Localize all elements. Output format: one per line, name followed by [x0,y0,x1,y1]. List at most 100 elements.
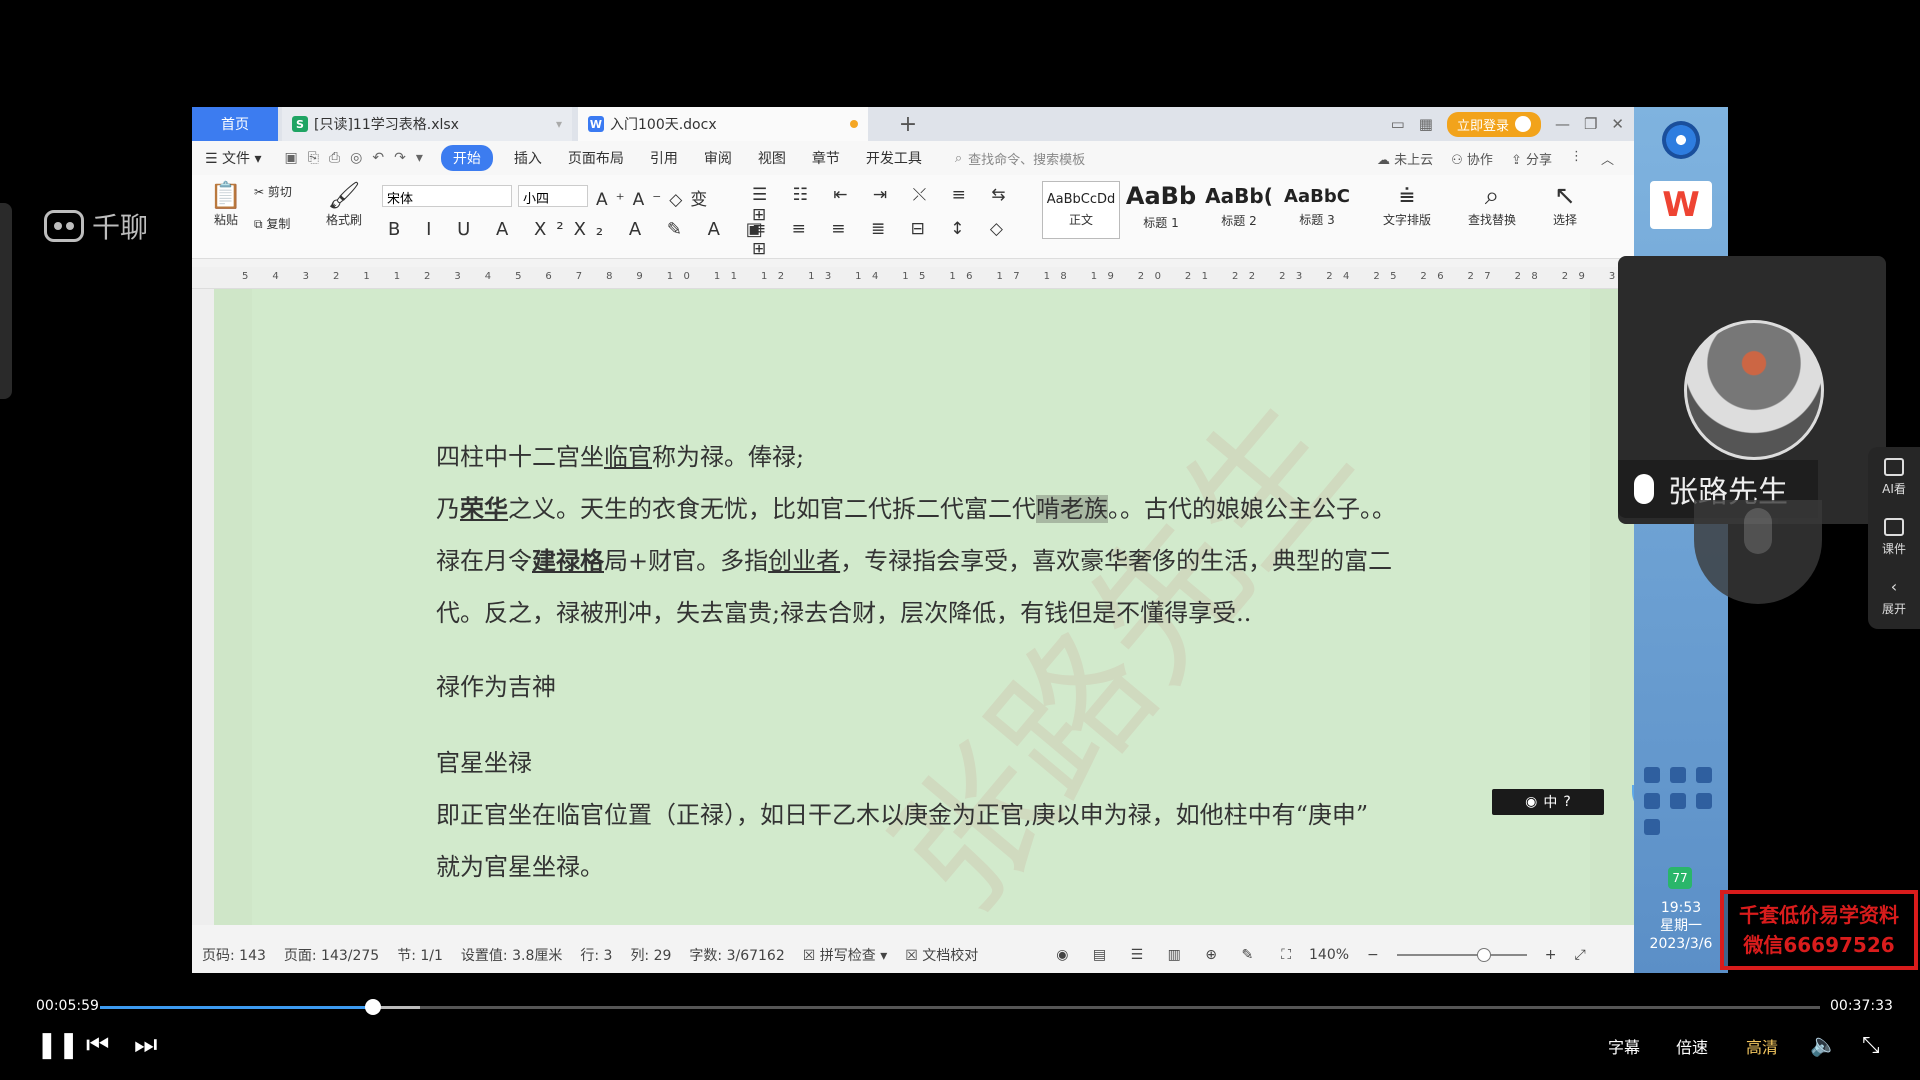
microphone-icon [1634,474,1654,504]
paste-button[interactable]: 📋 粘贴 [206,181,246,228]
style-heading2[interactable]: AaBb(标题 2 [1200,181,1278,239]
view-mode-icons[interactable]: ◉ ▤ ☰ ▥ ⊕ ✎ [1056,947,1263,963]
new-tab-button[interactable]: + [892,107,924,141]
document-icon: W [588,116,604,132]
menu-chapter[interactable]: 章节 [799,148,853,168]
style-heading1[interactable]: AaBb 标题 1 [1122,181,1200,239]
text-layout-label: 文字排版 [1382,213,1431,227]
minimize-icon[interactable]: — [1555,115,1570,133]
pause-button[interactable]: ❚❚ [36,1030,80,1060]
share-button[interactable]: ⇪ 分享 [1511,149,1552,168]
menu-references[interactable]: 引用 [637,148,691,168]
ime-toolbar[interactable]: ◉ 中? [1492,789,1604,815]
save-icon[interactable]: ▣ [285,150,298,166]
status-bar: 页码: 143 页面: 143/275 节: 1/1 设置值: 3.8厘米 行:… [192,937,1634,973]
font-size-select[interactable]: 小四 [518,185,588,207]
font-format-tools[interactable]: B I U A X²X₂ A ✎ A ▣ [388,219,808,240]
courseware-button[interactable]: 课件 [1868,507,1920,567]
zoom-level[interactable]: 140% [1309,947,1349,963]
style-normal[interactable]: AaBbCcDd 正文 [1042,181,1120,239]
menu-view[interactable]: 视图 [745,148,799,168]
quality-button[interactable]: 高清 [1746,1034,1778,1058]
network-icon[interactable] [1670,793,1686,809]
document-page[interactable]: 张路先生 四柱中十二宫坐临官称为禄。俸禄; 乃荣华之义。天生的衣食无忧，比如官二… [252,289,1634,942]
menu-review[interactable]: 审阅 [691,148,745,168]
shield-icon[interactable] [1696,767,1712,783]
grid-icon[interactable]: ▦ [1419,115,1433,133]
align-tools[interactable]: ≡ ≡ ≡ ≣ ⊟ ↕ ◇ ⊞ [752,219,1032,259]
cloud-button[interactable]: ☁ 未上云 [1377,149,1433,168]
search-placeholder: 查找命令、搜索模板 [968,152,1086,168]
expand-button[interactable]: ‹ 展开 [1868,567,1920,627]
kebab-icon[interactable]: ⋮ [1570,149,1583,168]
menu-insert[interactable]: 插入 [501,148,555,168]
menu-file[interactable]: ☰ 文件 ▾ [192,148,275,168]
tray-badge[interactable]: 77 [1668,867,1692,889]
horizontal-ruler[interactable]: 5 4 3 2 1 1 2 3 4 5 6 7 8 9 10 11 12 13 … [192,267,1634,289]
status-word-count[interactable]: 字数: 3/67162 [689,945,784,965]
doc-line-8: 就为官星坐禄。 [436,853,604,881]
login-button[interactable]: 立即登录 [1446,111,1541,137]
close-icon[interactable]: ▾ [556,117,562,131]
qianliao-logo-icon [44,210,84,242]
exit-fullscreen-button[interactable]: ⤡ [1862,1030,1880,1060]
progress-knob[interactable] [365,999,382,1015]
menu-start[interactable]: 开始 [440,145,493,171]
tray-icon[interactable] [1670,767,1686,783]
more-icon[interactable]: ▾ [416,150,423,166]
collab-button[interactable]: ⚇ 协作 [1451,149,1493,168]
text-layout-button[interactable]: ⩧ 文字排版 [1372,181,1442,228]
command-search[interactable]: ⌕ 查找命令、搜索模板 [955,149,1085,168]
menu-devtools[interactable]: 开发工具 [853,148,935,168]
preview-icon[interactable]: ◎ [350,150,362,166]
vertical-ruler[interactable] [192,289,214,925]
redo-icon[interactable]: ↷ [394,150,406,166]
spell-check-button[interactable]: ☒ 拼写检查 ▾ [803,945,888,965]
style-heading3[interactable]: AaBbC 标题 3 [1278,181,1356,239]
quick-access: ▣ ⎘ ⎙ ◎ ↶ ↷ ▾ [275,150,433,166]
layout-icon[interactable]: ▭ [1391,115,1405,133]
speed-button[interactable]: 倍速 [1676,1034,1708,1058]
undo-icon[interactable]: ↶ [372,150,384,166]
print-icon[interactable]: ⎙ [329,150,340,166]
collapse-ribbon-icon[interactable]: ︿ [1601,149,1614,168]
font-family-select[interactable]: 宋体 [382,185,512,207]
zoom-in-icon[interactable]: + [1545,947,1557,963]
subtitle-button[interactable]: 字幕 [1608,1034,1640,1058]
zoom-slider[interactable] [1396,948,1527,962]
clock-weekday: 星期一 [1660,918,1702,934]
proofread-button[interactable]: ☒ 文档校对 [905,945,978,965]
format-painter-button[interactable]: 🖌 格式刷 [320,181,368,228]
zoom-out-icon[interactable]: − [1367,947,1379,963]
tab-xlsx[interactable]: S [只读]11学习表格.xlsx ▾ [282,107,572,141]
text-run: ，专禄指会享受，喜欢豪华奢侈的生活，典型的富二 [840,547,1393,575]
zoom-fit-icon[interactable]: ⛶ [1281,947,1291,963]
tray-icon[interactable] [1644,819,1660,835]
tab-docx[interactable]: W 入门100天.docx [578,107,868,141]
volume-button[interactable]: 🔈 [1810,1030,1837,1060]
close-window-icon[interactable]: ✕ [1611,115,1624,133]
left-panel-handle[interactable] [0,203,12,399]
tab-home[interactable]: 首页 [192,107,278,141]
fullscreen-icon[interactable]: ⤢ [1575,947,1586,963]
windows-start-icon[interactable] [1662,121,1700,159]
tray-icon[interactable] [1644,767,1660,783]
cut-button[interactable]: ✂ 剪切 [254,183,314,200]
ai-view-button[interactable]: AI看 [1868,447,1920,507]
wps-app-icon[interactable]: W [1650,181,1712,229]
menu-layout[interactable]: 页面布局 [555,148,637,168]
select-button[interactable]: ↖ 选择 [1540,181,1590,228]
taskbar-clock[interactable]: 19:53 星期一 2023/3/6 [1634,899,1728,953]
previous-button[interactable]: ⏮ [86,1030,109,1060]
tray-icon[interactable] [1696,793,1712,809]
volume-icon[interactable] [1644,793,1660,809]
menu-bar: ☰ 文件 ▾ ▣ ⎘ ⎙ ◎ ↶ ↷ ▾ 开始 插入 页面布局 引用 审阅 视图… [192,141,1634,175]
progress-bar[interactable] [100,999,1820,1015]
next-button[interactable]: ⏭ [134,1030,157,1060]
copy-button[interactable]: ⧉ 复制 [254,215,314,232]
text-run: 局+财官。多指 [604,547,769,575]
export-icon[interactable]: ⎘ [308,150,319,166]
find-replace-button[interactable]: ⌕ 查找替换 [1452,181,1532,228]
zoom-slider-knob[interactable] [1476,948,1491,962]
restore-icon[interactable]: ❐ [1584,115,1597,133]
